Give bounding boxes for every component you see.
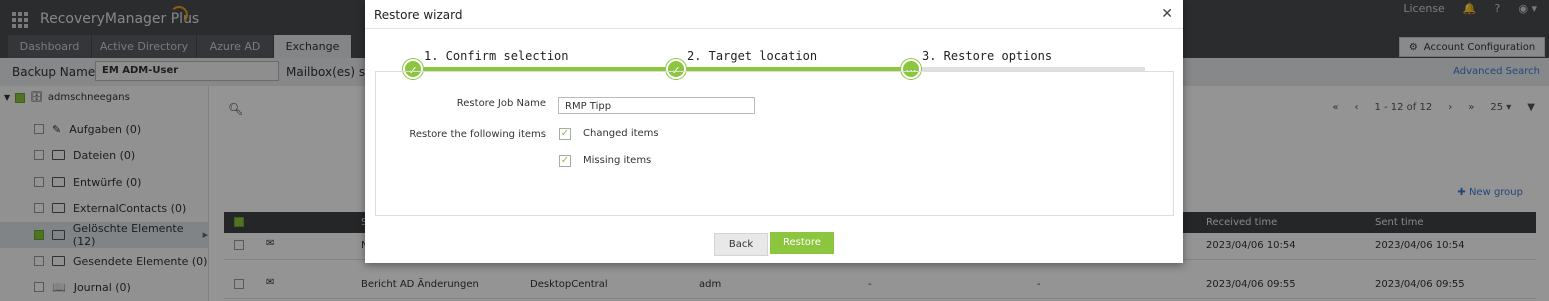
- dialog-title: Restore wizard: [374, 8, 463, 22]
- step-1-label: 1. Confirm selection: [424, 49, 569, 63]
- close-icon[interactable]: ✕: [1161, 6, 1173, 22]
- step-3-label: 3. Restore options: [922, 49, 1053, 63]
- missing-items-label: Missing items: [583, 155, 652, 166]
- changed-items-checkbox[interactable]: ✓: [559, 128, 571, 140]
- divider: [365, 28, 1183, 29]
- step-2-label: 2. Target location: [687, 49, 818, 63]
- job-name-input[interactable]: RMP Tipp: [558, 97, 755, 114]
- restore-button[interactable]: Restore: [770, 232, 834, 254]
- restore-options-panel: Restore Job Name RMP Tipp Restore the fo…: [375, 71, 1174, 216]
- changed-items-label: Changed items: [583, 128, 659, 139]
- restore-items-label: Restore the following items: [409, 129, 546, 140]
- job-name-label: Restore Job Name: [456, 98, 546, 109]
- back-button[interactable]: Back: [714, 233, 768, 256]
- restore-wizard-dialog: Restore wizard ✕ 1. Confirm selection 2.…: [365, 0, 1183, 263]
- missing-items-checkbox[interactable]: ✓: [559, 155, 571, 167]
